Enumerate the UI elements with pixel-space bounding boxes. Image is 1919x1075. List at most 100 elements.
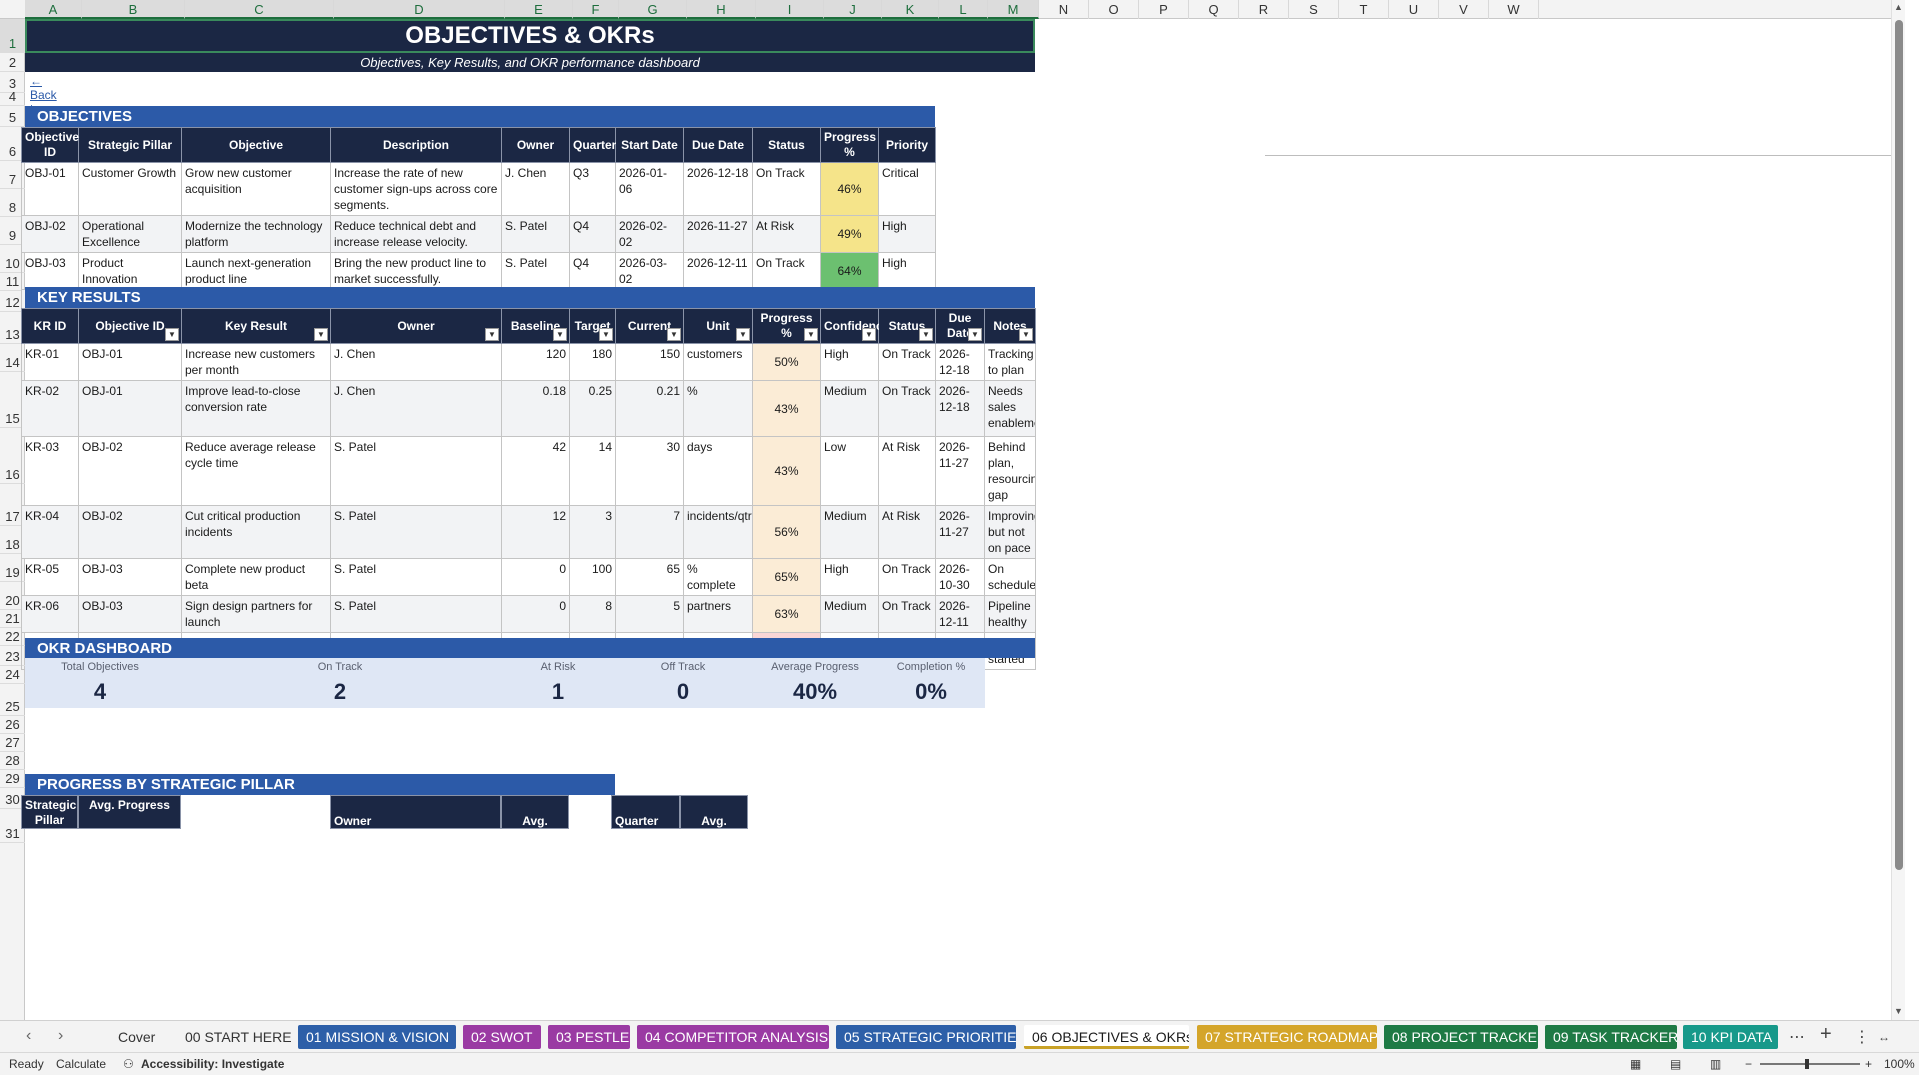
zoom-slider-thumb[interactable] (1805, 1059, 1809, 1069)
key-results-cell-status[interactable]: At Risk (878, 436, 936, 506)
key-results-column-header[interactable]: Notes ▼ (984, 308, 1036, 344)
key-results-cell-unit[interactable]: customers (683, 343, 753, 381)
objectives-cell-objective[interactable]: Grow new customer acquisition (181, 162, 331, 216)
key-results-column-header[interactable]: Status ▼ (878, 308, 936, 344)
key-results-cell-kr[interactable]: Sign design partners for launch (181, 595, 331, 633)
key-results-column-header[interactable]: Confidence ▼ (820, 308, 889, 344)
column-header[interactable]: M (988, 0, 1039, 19)
column-header[interactable]: C (185, 0, 334, 19)
objectives-cell-progress[interactable]: 49% (820, 215, 879, 253)
column-header[interactable]: W (1489, 0, 1539, 19)
objectives-cell-progress[interactable]: 64% (820, 252, 879, 290)
column-header[interactable]: S (1289, 0, 1339, 19)
key-results-column-header[interactable]: Target ▼ (569, 308, 616, 344)
key-results-column-header[interactable]: Current ▼ (615, 308, 684, 344)
key-results-cell-kr[interactable]: Improve lead-to-close conversion rate (181, 380, 331, 437)
objectives-cell-owner[interactable]: S. Patel (501, 215, 570, 253)
key-results-cell-status[interactable]: On Track (878, 558, 936, 596)
key-results-cell-confidence[interactable]: High (820, 558, 879, 596)
key-results-cell-due[interactable]: 2026-10-30 (935, 558, 985, 596)
scroll-up-icon[interactable]: ▲ (1894, 2, 1903, 12)
add-sheet-icon[interactable]: + (1820, 1023, 1832, 1046)
key-results-cell-unit[interactable]: incidents/qtr (683, 505, 753, 559)
filter-dropdown-icon[interactable]: ▼ (736, 328, 750, 341)
filter-dropdown-icon[interactable]: ▼ (599, 328, 613, 341)
key-results-column-header[interactable]: Progress % ▼ (752, 308, 821, 344)
vertical-scrollbar[interactable]: ▲ ▼ (1891, 0, 1905, 1020)
objectives-cell-description[interactable]: Increase the rate of new customer sign-u… (330, 162, 502, 216)
key-results-cell-progress[interactable]: 43% (752, 436, 821, 506)
key-results-cell-obj[interactable]: OBJ-01 (78, 380, 182, 437)
filter-dropdown-icon[interactable]: ▼ (165, 328, 179, 341)
objectives-cell-id[interactable]: OBJ-02 (21, 215, 79, 253)
objectives-cell-start[interactable]: 2026-02-02 (615, 215, 684, 253)
objectives-cell-id[interactable]: OBJ-01 (21, 162, 79, 216)
objectives-cell-priority[interactable]: High (878, 215, 936, 253)
sheet-tab[interactable]: 04 COMPETITOR ANALYSIS (637, 1025, 829, 1049)
sheet-tab[interactable]: 06 OBJECTIVES & OKRs (1024, 1025, 1189, 1049)
row-header[interactable]: 1 (0, 19, 25, 53)
key-results-cell-unit[interactable]: % complete (683, 558, 753, 596)
objectives-cell-pillar[interactable]: Operational Excellence (78, 215, 182, 253)
key-results-cell-confidence[interactable]: Medium (820, 595, 879, 633)
filter-dropdown-icon[interactable]: ▼ (862, 328, 876, 341)
key-results-cell-id[interactable]: KR-04 (21, 505, 79, 559)
key-results-cell-unit[interactable]: partners (683, 595, 753, 633)
key-results-cell-status[interactable]: At Risk (878, 505, 936, 559)
column-header[interactable]: G (619, 0, 687, 19)
key-results-cell-obj[interactable]: OBJ-03 (78, 558, 182, 596)
objectives-cell-start[interactable]: 2026-01-06 (615, 162, 684, 216)
key-results-cell-due[interactable]: 2026-12-18 (935, 380, 985, 437)
key-results-column-header[interactable]: Unit ▼ (683, 308, 753, 344)
row-header[interactable]: 5 (0, 106, 25, 127)
sheet-tab[interactable]: 01 MISSION & VISION (298, 1025, 456, 1049)
filter-dropdown-icon[interactable]: ▼ (804, 328, 818, 341)
key-results-cell-notes[interactable]: Needs sales enablement (984, 380, 1036, 437)
key-results-cell-target[interactable]: 0.25 (569, 380, 616, 437)
filter-dropdown-icon[interactable]: ▼ (1019, 328, 1033, 341)
key-results-cell-obj[interactable]: OBJ-02 (78, 436, 182, 506)
key-results-cell-progress[interactable]: 50% (752, 343, 821, 381)
row-header[interactable]: 28 (0, 752, 25, 770)
key-results-cell-kr[interactable]: Cut critical production incidents (181, 505, 331, 559)
key-results-cell-unit[interactable]: % (683, 380, 753, 437)
key-results-cell-notes[interactable]: Pipeline healthy (984, 595, 1036, 633)
key-results-cell-baseline[interactable]: 42 (501, 436, 570, 506)
objectives-cell-status[interactable]: On Track (752, 162, 821, 216)
filter-dropdown-icon[interactable]: ▼ (919, 328, 933, 341)
key-results-cell-id[interactable]: KR-02 (21, 380, 79, 437)
filter-dropdown-icon[interactable]: ▼ (968, 328, 982, 341)
key-results-cell-target[interactable]: 8 (569, 595, 616, 633)
tab-scroll-right-icon[interactable]: › (58, 1027, 63, 1045)
accessibility-icon[interactable]: ⚇ (123, 1057, 134, 1071)
key-results-cell-owner[interactable]: S. Patel (330, 505, 502, 559)
filter-dropdown-icon[interactable]: ▼ (314, 328, 328, 341)
key-results-cell-id[interactable]: KR-05 (21, 558, 79, 596)
key-results-cell-id[interactable]: KR-01 (21, 343, 79, 381)
key-results-cell-owner[interactable]: J. Chen (330, 343, 502, 381)
objectives-cell-priority[interactable]: Critical (878, 162, 936, 216)
key-results-cell-id[interactable]: KR-03 (21, 436, 79, 506)
column-header[interactable]: O (1089, 0, 1139, 19)
key-results-cell-notes[interactable]: On schedule (984, 558, 1036, 596)
row-header[interactable]: 4 (0, 89, 25, 106)
key-results-cell-owner[interactable]: S. Patel (330, 436, 502, 506)
key-results-cell-notes[interactable]: Behind plan, resourcing gap (984, 436, 1036, 506)
calculate-button[interactable]: Calculate (56, 1057, 106, 1071)
row-header[interactable]: 26 (0, 716, 25, 734)
sheet-tab[interactable]: 07 STRATEGIC ROADMAP (1197, 1025, 1377, 1049)
sheet-tab[interactable]: 00 START HERE (177, 1025, 291, 1049)
key-results-cell-owner[interactable]: S. Patel (330, 558, 502, 596)
objectives-cell-priority[interactable]: High (878, 252, 936, 290)
sheet-tab[interactable]: 10 KPI DATA (1683, 1025, 1778, 1049)
key-results-cell-current[interactable]: 7 (615, 505, 684, 559)
sheet-tab[interactable]: Cover (110, 1025, 170, 1049)
key-results-cell-current[interactable]: 5 (615, 595, 684, 633)
sheet-tab[interactable]: 03 PESTLE (548, 1025, 630, 1049)
key-results-cell-confidence[interactable]: Medium (820, 380, 879, 437)
key-results-cell-current[interactable]: 0.21 (615, 380, 684, 437)
sheet-tab[interactable]: 02 SWOT (463, 1025, 541, 1049)
objectives-cell-status[interactable]: On Track (752, 252, 821, 290)
key-results-column-header[interactable]: Due Date ▼ (935, 308, 985, 344)
key-results-cell-status[interactable]: On Track (878, 380, 936, 437)
